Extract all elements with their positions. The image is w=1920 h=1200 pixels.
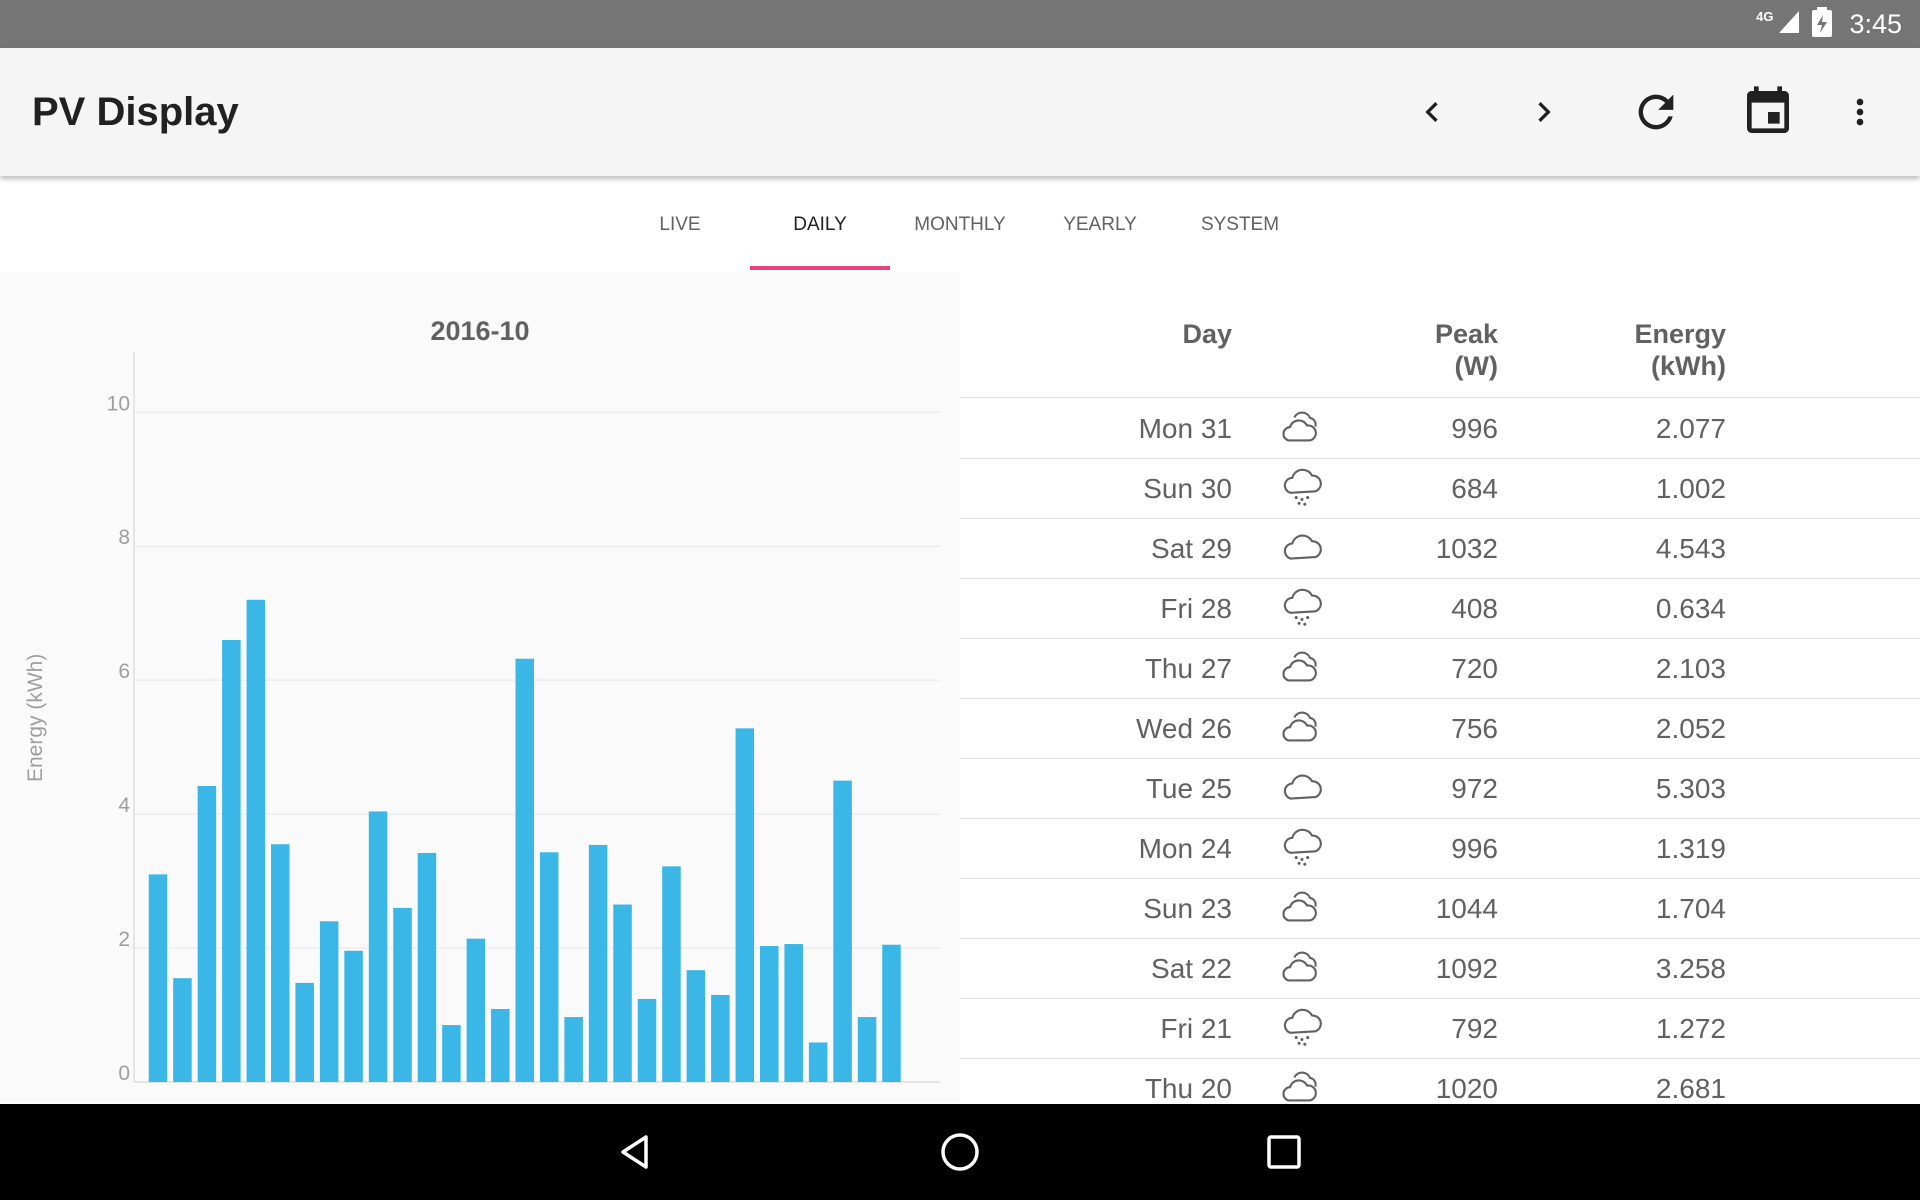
table-row[interactable]: Sat 22 1092 3.258 — [960, 938, 1920, 999]
y-tick-label: 6 — [118, 660, 130, 683]
bar — [588, 844, 608, 1082]
bar — [515, 658, 534, 1082]
bar — [466, 938, 486, 1082]
bar — [222, 639, 241, 1082]
energy-cell: 5.303 — [1655, 773, 1726, 804]
table-row[interactable]: Sun 30 684 1.002 — [960, 458, 1920, 519]
table-row[interactable]: Mon 24 996 1.319 — [960, 818, 1920, 879]
daily-table: Day Peak (W) Energy (kWh) Mon 31 996 2.077… — [960, 272, 1920, 1102]
energy-cell: 1.002 — [1655, 473, 1726, 504]
header-energy: Energy (kWh) — [960, 318, 1726, 382]
bar — [197, 785, 217, 1082]
bar — [735, 728, 755, 1082]
tab-daily[interactable]: DAILY — [750, 176, 890, 272]
bar — [857, 1017, 877, 1082]
bar — [442, 1025, 461, 1082]
bar — [613, 904, 632, 1082]
energy-chart: 2016-10 Energy (kWh) 0 2 4 6 8 10 — [0, 272, 960, 1102]
bar — [246, 599, 266, 1082]
table-row[interactable]: Mon 31 996 2.077 — [960, 398, 1920, 459]
energy-cell: 4.543 — [1655, 533, 1726, 564]
tab-system[interactable]: SYSTEM — [1170, 176, 1310, 272]
tab-yearly[interactable]: YEARLY — [1030, 176, 1170, 272]
more-vert-icon — [1856, 98, 1864, 126]
table-row[interactable]: Tue 25 972 5.303 — [960, 758, 1920, 819]
bar — [368, 811, 388, 1082]
tab-live[interactable]: LIVE — [610, 176, 750, 272]
calendar-icon — [1747, 86, 1789, 133]
bar — [491, 1009, 510, 1082]
y-tick-label: 2 — [118, 928, 130, 951]
header-energy-line1: Energy — [1634, 319, 1726, 349]
bar — [760, 946, 779, 1082]
refresh-button[interactable] — [1624, 80, 1688, 144]
y-tick-label: 0 — [118, 1062, 130, 1085]
status-icons: 4G 3:45 — [1756, 0, 1902, 48]
energy-cell: 1.704 — [1655, 893, 1726, 924]
energy-cell: 1.319 — [1655, 833, 1726, 864]
y-tick-label: 8 — [118, 526, 130, 549]
chevron-left-icon — [1425, 102, 1438, 122]
bar — [882, 944, 901, 1082]
bar — [539, 852, 559, 1082]
energy-cell: 2.052 — [1655, 713, 1726, 744]
back-icon — [621, 1135, 648, 1169]
bar — [173, 978, 192, 1082]
clock: 3:45 — [1849, 8, 1902, 39]
bar — [711, 994, 730, 1082]
previous-button[interactable] — [1400, 80, 1464, 144]
energy-cell: 1.272 — [1655, 1013, 1726, 1044]
table-row[interactable]: Wed 26 756 2.052 — [960, 698, 1920, 759]
tab-bar: LIVE DAILY MONTHLY YEARLY SYSTEM — [0, 176, 1920, 272]
energy-cell: 2.103 — [1655, 653, 1726, 684]
bar — [319, 921, 339, 1082]
energy-cell: 2.681 — [1655, 1073, 1726, 1102]
calendar-button[interactable] — [1736, 80, 1800, 144]
navigation-bar — [0, 1104, 1920, 1200]
energy-cell: 3.258 — [1655, 953, 1726, 984]
status-bar: 4G 3:45 — [0, 0, 1920, 48]
table-row[interactable]: Thu 20 1020 2.681 — [960, 1058, 1920, 1102]
header-energy-line2: (kWh) — [1651, 351, 1726, 381]
bar — [808, 1042, 828, 1082]
chevron-right-icon — [1538, 102, 1551, 122]
y-tick-label: 10 — [107, 392, 130, 415]
recents-icon — [1267, 1135, 1301, 1169]
bar — [784, 944, 803, 1082]
bar — [344, 950, 363, 1082]
bar — [148, 874, 168, 1082]
y-tick-label: 4 — [118, 794, 130, 817]
tab-indicator — [750, 266, 890, 270]
bar — [295, 982, 314, 1082]
recents-button[interactable] — [1252, 1120, 1316, 1184]
bar — [564, 1017, 583, 1082]
signal-icon — [1777, 9, 1801, 40]
bar — [417, 852, 437, 1082]
bar — [662, 866, 681, 1082]
table-row[interactable]: Fri 21 792 1.272 — [960, 998, 1920, 1059]
app-bar: PV Display — [0, 48, 1920, 176]
refresh-icon — [1638, 94, 1674, 130]
bar — [833, 780, 852, 1082]
overflow-menu-button[interactable] — [1828, 80, 1892, 144]
bar — [271, 844, 290, 1082]
bar — [393, 907, 412, 1082]
bar — [686, 970, 706, 1082]
bar — [637, 998, 657, 1082]
table-row[interactable]: Fri 28 408 0.634 — [960, 578, 1920, 639]
app-title: PV Display — [32, 90, 239, 134]
home-icon — [941, 1133, 979, 1171]
home-button[interactable] — [928, 1120, 992, 1184]
energy-cell: 0.634 — [1655, 593, 1726, 624]
next-button[interactable] — [1512, 80, 1576, 144]
table-row[interactable]: Thu 27 720 2.103 — [960, 638, 1920, 699]
table-row[interactable]: Sat 29 1032 4.543 — [960, 518, 1920, 579]
battery-charging-icon — [1811, 6, 1833, 42]
network-type: 4G — [1756, 8, 1774, 24]
tab-monthly[interactable]: MONTHLY — [890, 176, 1030, 272]
chart-canvas: 0 2 4 6 8 10 — [107, 352, 940, 1085]
energy-cell: 2.077 — [1655, 413, 1726, 444]
back-button[interactable] — [604, 1120, 668, 1184]
table-row[interactable]: Sun 23 1044 1.704 — [960, 878, 1920, 939]
